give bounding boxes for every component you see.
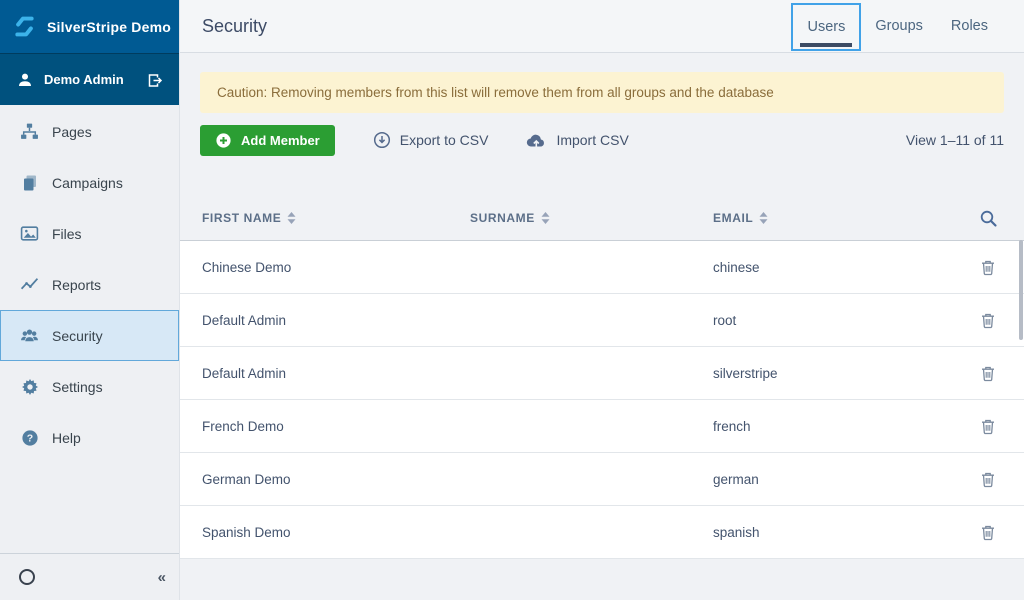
sidebar-item-label: Security bbox=[52, 328, 103, 344]
svg-text:?: ? bbox=[26, 432, 32, 444]
user-name: Demo Admin bbox=[44, 72, 135, 87]
sidebar-item-campaigns[interactable]: Campaigns bbox=[0, 157, 179, 208]
delete-member-icon[interactable] bbox=[978, 469, 998, 490]
sidebar-item-security[interactable]: Security bbox=[0, 310, 179, 361]
table-header-row: FIRST NAME SURNAME bbox=[180, 196, 1024, 241]
page-title: Security bbox=[202, 16, 267, 37]
sidebar-item-reports[interactable]: Reports bbox=[0, 259, 179, 310]
sidebar-footer: « bbox=[0, 553, 179, 600]
sidebar-item-label: Settings bbox=[52, 379, 103, 395]
cell-email: german bbox=[713, 472, 952, 487]
delete-member-icon[interactable] bbox=[978, 310, 998, 331]
delete-member-icon[interactable] bbox=[978, 363, 998, 384]
toolbar: Add Member Export to CSV Import CSV View… bbox=[200, 124, 1004, 156]
brand-header[interactable]: SilverStripe Demo bbox=[0, 0, 179, 53]
people-group-icon bbox=[20, 326, 39, 345]
sort-icon bbox=[541, 212, 550, 224]
cell-email: spanish bbox=[713, 525, 952, 540]
user-bar[interactable]: Demo Admin bbox=[0, 53, 179, 105]
question-circle-icon: ? bbox=[20, 428, 39, 447]
image-icon bbox=[20, 224, 39, 243]
sidebar-item-label: Help bbox=[52, 430, 81, 446]
table-row[interactable]: German Demo german bbox=[180, 453, 1024, 506]
silverstripe-logo-icon bbox=[11, 13, 38, 40]
tab-groups[interactable]: Groups bbox=[861, 0, 937, 52]
sidebar-item-label: Pages bbox=[52, 124, 92, 140]
sidebar-item-label: Reports bbox=[52, 277, 101, 293]
import-csv-button[interactable]: Import CSV bbox=[526, 132, 628, 148]
content-header: Security Users Groups Roles bbox=[180, 0, 1024, 53]
delete-member-icon[interactable] bbox=[978, 257, 998, 278]
sort-icon bbox=[759, 212, 768, 224]
import-csv-label: Import CSV bbox=[556, 132, 628, 148]
status-circle-icon[interactable] bbox=[19, 569, 35, 585]
cell-first-name: Default Admin bbox=[202, 313, 470, 328]
table-row[interactable]: Default Admin silverstripe bbox=[180, 347, 1024, 400]
tab-users[interactable]: Users bbox=[791, 3, 861, 51]
cell-first-name: Spanish Demo bbox=[202, 525, 470, 540]
cell-first-name: Chinese Demo bbox=[202, 260, 470, 275]
brand-title: SilverStripe Demo bbox=[47, 19, 171, 35]
sidebar-menu: Pages Campaigns Files bbox=[0, 105, 179, 463]
copy-pages-icon bbox=[20, 173, 39, 192]
cell-email: chinese bbox=[713, 260, 952, 275]
column-header-surname[interactable]: SURNAME bbox=[470, 211, 713, 225]
column-header-email[interactable]: EMAIL bbox=[713, 211, 952, 225]
line-chart-icon bbox=[20, 275, 39, 294]
sidebar-item-pages[interactable]: Pages bbox=[0, 106, 179, 157]
sidebar-item-files[interactable]: Files bbox=[0, 208, 179, 259]
scrollbar-thumb[interactable] bbox=[1019, 240, 1023, 340]
delete-member-icon[interactable] bbox=[978, 416, 998, 437]
column-header-first-name[interactable]: FIRST NAME bbox=[202, 211, 470, 225]
gear-icon bbox=[20, 377, 39, 396]
caution-banner: Caution: Removing members from this list… bbox=[200, 72, 1004, 113]
cell-email: silverstripe bbox=[713, 366, 952, 381]
download-circle-icon bbox=[373, 131, 391, 149]
cell-email: french bbox=[713, 419, 952, 434]
main-area: Security Users Groups Roles Caution: Rem… bbox=[180, 0, 1024, 600]
members-table: FIRST NAME SURNAME bbox=[180, 196, 1024, 559]
logout-icon[interactable] bbox=[146, 71, 164, 89]
sort-icon bbox=[287, 212, 296, 224]
collapse-sidebar-icon[interactable]: « bbox=[158, 570, 166, 585]
tab-bar: Users Groups Roles bbox=[791, 0, 1002, 52]
add-member-label: Add Member bbox=[241, 133, 320, 148]
sidebar: SilverStripe Demo Demo Admin bbox=[0, 0, 180, 600]
sidebar-item-settings[interactable]: Settings bbox=[0, 361, 179, 412]
table-row[interactable]: French Demo french bbox=[180, 400, 1024, 453]
tab-roles[interactable]: Roles bbox=[937, 0, 1002, 52]
table-row[interactable]: Spanish Demo spanish bbox=[180, 506, 1024, 559]
sidebar-item-help[interactable]: ? Help bbox=[0, 412, 179, 463]
cloud-upload-icon bbox=[526, 132, 547, 148]
export-csv-button[interactable]: Export to CSV bbox=[373, 131, 489, 149]
table-row[interactable]: Chinese Demo chinese bbox=[180, 241, 1024, 294]
export-csv-label: Export to CSV bbox=[400, 132, 489, 148]
pagination-summary: View 1–11 of 11 bbox=[906, 132, 1004, 148]
cell-email: root bbox=[713, 313, 952, 328]
cell-first-name: French Demo bbox=[202, 419, 470, 434]
sidebar-item-label: Campaigns bbox=[52, 175, 123, 191]
table-row[interactable]: Default Admin root bbox=[180, 294, 1024, 347]
plus-circle-icon bbox=[215, 132, 232, 149]
cell-first-name: Default Admin bbox=[202, 366, 470, 381]
sidebar-item-label: Files bbox=[52, 226, 82, 242]
delete-member-icon[interactable] bbox=[978, 522, 998, 543]
sitemap-icon bbox=[20, 122, 39, 141]
add-member-button[interactable]: Add Member bbox=[200, 125, 335, 156]
user-icon bbox=[17, 72, 33, 88]
cell-first-name: German Demo bbox=[202, 472, 470, 487]
search-icon[interactable] bbox=[977, 207, 1000, 230]
